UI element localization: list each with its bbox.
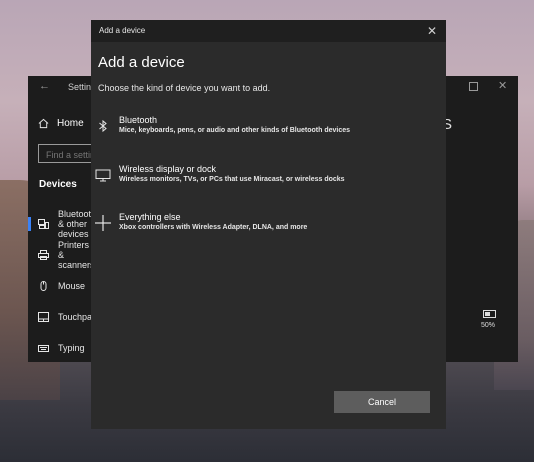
close-icon[interactable]: ✕	[423, 21, 441, 41]
monitor-icon	[95, 167, 111, 183]
bluetooth-devices-icon	[38, 218, 49, 229]
bluetooth-icon	[95, 118, 111, 134]
back-arrow-icon[interactable]: ←	[39, 80, 50, 92]
cancel-button[interactable]: Cancel	[334, 391, 430, 413]
add-device-dialog: Add a device ✕ Add a device Choose the k…	[91, 20, 446, 429]
keyboard-icon	[38, 343, 49, 353]
home-nav-item[interactable]: Home	[38, 118, 84, 129]
option-title: Bluetooth	[119, 115, 158, 125]
maximize-icon[interactable]	[469, 82, 478, 91]
dialog-window-title: Add a device	[99, 26, 146, 35]
page-title: Add a device	[98, 54, 185, 71]
option-bluetooth[interactable]: Bluetooth Mice, keyboards, pens, or audi…	[91, 112, 446, 152]
touchpad-icon	[38, 311, 49, 322]
close-icon[interactable]: ✕	[498, 79, 507, 92]
sidebar-item-label: Printers & scanners	[58, 239, 95, 270]
sidebar-item-printers[interactable]: Printers & scanners	[28, 239, 95, 270]
option-description: Xbox controllers with Wireless Adapter, …	[119, 224, 308, 231]
sidebar-item-touchpad[interactable]: Touchpad	[28, 301, 97, 332]
sidebar-item-label: Typing	[58, 342, 85, 353]
option-title: Wireless display or dock	[119, 164, 217, 174]
option-wireless-display[interactable]: Wireless display or dock Wireless monito…	[91, 161, 446, 201]
mouse-icon	[38, 280, 49, 291]
option-description: Wireless monitors, TVs, or PCs that use …	[119, 176, 345, 183]
printer-icon	[38, 249, 49, 260]
sidebar-item-mouse[interactable]: Mouse	[28, 270, 90, 301]
sidebar-item-bluetooth[interactable]: Bluetooth & other devices	[28, 208, 96, 239]
sidebar-item-typing[interactable]: Typing	[28, 332, 90, 363]
battery-percent: 50%	[481, 322, 496, 329]
plus-icon	[95, 215, 111, 231]
home-icon	[38, 118, 49, 129]
home-label: Home	[57, 118, 84, 129]
option-description: Mice, keyboards, pens, or audio and othe…	[119, 127, 351, 134]
option-everything-else[interactable]: Everything else Xbox controllers with Wi…	[91, 209, 446, 249]
option-title: Everything else	[119, 212, 181, 222]
dialog-subheading: Choose the kind of device you want to ad…	[98, 83, 271, 93]
battery-icon	[483, 310, 496, 318]
dialog-titlebar: Add a device ✕	[91, 20, 446, 42]
sidebar-item-label: Mouse	[58, 280, 86, 291]
section-heading: Devices	[39, 179, 77, 190]
sidebar-nav: Bluetooth & other devices Printers & sca…	[28, 208, 97, 363]
